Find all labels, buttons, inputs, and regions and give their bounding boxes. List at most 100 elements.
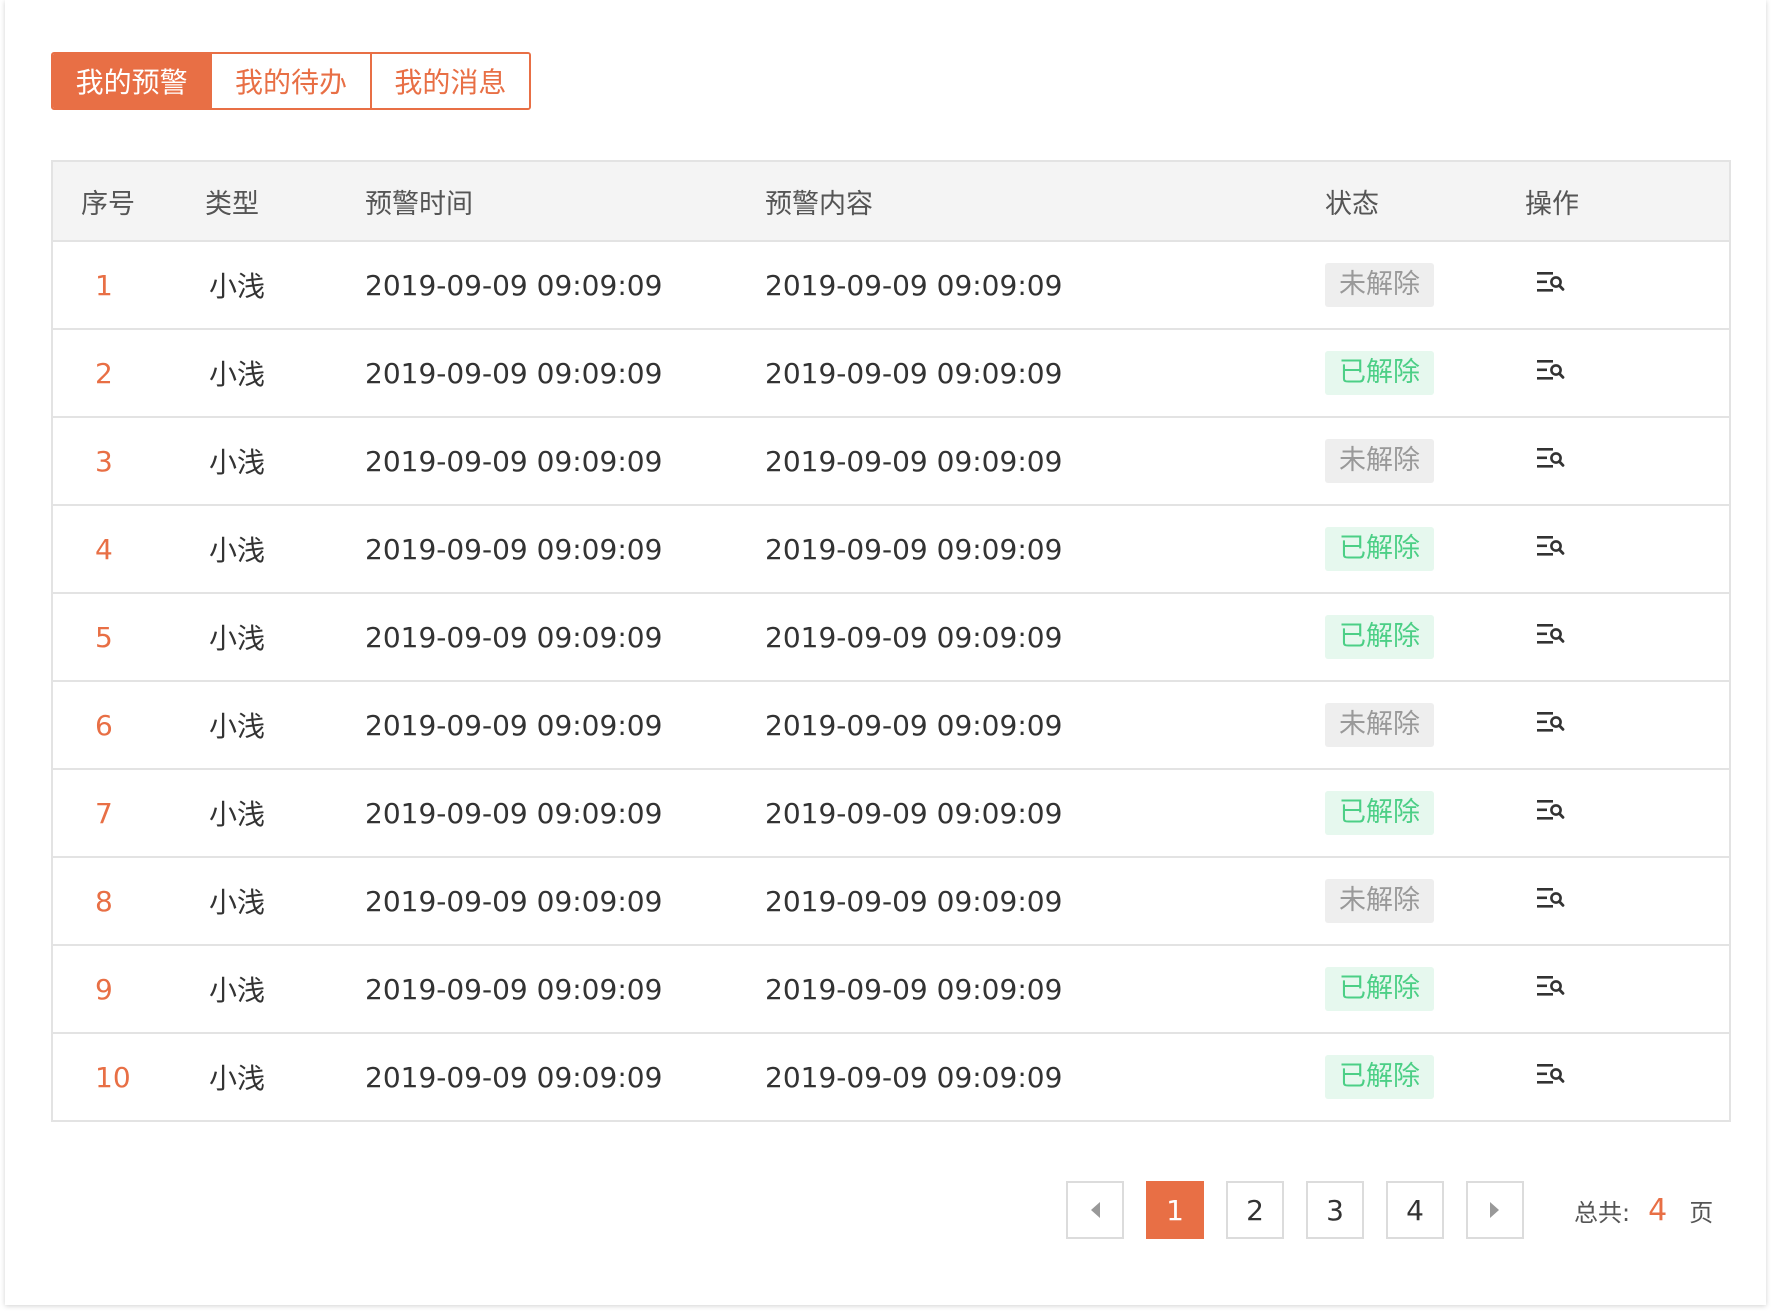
view-detail-icon[interactable] [1535, 797, 1565, 823]
row-status: 已解除 [1325, 615, 1525, 659]
row-time: 2019-09-09 09:09:09 [365, 620, 663, 654]
row-index: 1 [95, 268, 113, 302]
row-type: 小浅 [209, 710, 266, 743]
row-content: 2019-09-09 09:09:09 [765, 620, 1063, 654]
row-content: 2019-09-09 09:09:09 [765, 532, 1063, 566]
prev-page-button[interactable] [1066, 1181, 1124, 1239]
status-badge: 未解除 [1325, 439, 1434, 483]
row-status: 未解除 [1325, 439, 1525, 483]
row-type: 小浅 [209, 270, 266, 303]
view-detail-icon[interactable] [1535, 973, 1565, 999]
row-status: 已解除 [1325, 967, 1525, 1011]
page-button-1[interactable]: 1 [1146, 1181, 1204, 1239]
warning-table: 序号 类型 预警时间 预警内容 状态 操作 1 小浅 2019-09-09 09:0… [51, 160, 1731, 1122]
row-content: 2019-09-09 09:09:09 [765, 796, 1063, 830]
table-row: 2 小浅 2019-09-09 09:09:09 2019-09-09 09:09:0… [53, 330, 1729, 418]
row-action [1525, 1061, 1729, 1094]
table-header: 序号 类型 预警时间 预警内容 状态 操作 [53, 162, 1729, 242]
row-index: 9 [95, 972, 113, 1006]
total-label: 总共: [1574, 1198, 1631, 1227]
table-row: 10 小浅 2019-09-09 09:09:09 2019-09-09 09:09:… [53, 1034, 1729, 1120]
row-action [1525, 885, 1729, 918]
view-detail-icon[interactable] [1535, 269, 1565, 295]
table-row: 1 小浅 2019-09-09 09:09:09 2019-09-09 09:09:0… [53, 242, 1729, 330]
row-action [1525, 709, 1729, 742]
next-page-button[interactable] [1466, 1181, 1524, 1239]
row-time: 2019-09-09 09:09:09 [365, 708, 663, 742]
row-index: 6 [95, 708, 113, 742]
page-button-4[interactable]: 4 [1386, 1181, 1444, 1239]
row-action [1525, 357, 1729, 390]
table-row: 4 小浅 2019-09-09 09:09:09 2019-09-09 09:09:0… [53, 506, 1729, 594]
status-badge: 未解除 [1325, 263, 1434, 307]
row-time: 2019-09-09 09:09:09 [365, 268, 663, 302]
view-detail-icon[interactable] [1535, 357, 1565, 383]
row-action [1525, 621, 1729, 654]
row-time: 2019-09-09 09:09:09 [365, 972, 663, 1006]
row-index: 8 [95, 884, 113, 918]
view-detail-icon[interactable] [1535, 1061, 1565, 1087]
table-row: 8 小浅 2019-09-09 09:09:09 2019-09-09 09:09:0… [53, 858, 1729, 946]
row-content: 2019-09-09 09:09:09 [765, 356, 1063, 390]
header-content: 预警内容 [765, 188, 873, 220]
row-type: 小浅 [209, 446, 266, 479]
view-detail-icon[interactable] [1535, 445, 1565, 471]
tab-my-todos[interactable]: 我的待办 [210, 54, 370, 108]
row-index: 4 [95, 532, 113, 566]
view-detail-icon[interactable] [1535, 621, 1565, 647]
row-action [1525, 533, 1729, 566]
pagination-total: 总共: 4 页 [1574, 1193, 1713, 1228]
status-badge: 未解除 [1325, 879, 1434, 923]
table-row: 3 小浅 2019-09-09 09:09:09 2019-09-09 09:09:0… [53, 418, 1729, 506]
row-time: 2019-09-09 09:09:09 [365, 532, 663, 566]
header-type: 类型 [205, 188, 259, 220]
page-button-3[interactable]: 3 [1306, 1181, 1364, 1239]
row-index: 2 [95, 356, 113, 390]
header-time: 预警时间 [365, 188, 473, 220]
row-index: 7 [95, 796, 113, 830]
table-row: 9 小浅 2019-09-09 09:09:09 2019-09-09 09:09:0… [53, 946, 1729, 1034]
prev-arrow-icon [1091, 1202, 1100, 1218]
tab-my-messages[interactable]: 我的消息 [369, 54, 529, 108]
row-time: 2019-09-09 09:09:09 [365, 796, 663, 830]
status-badge: 已解除 [1325, 791, 1434, 835]
status-badge: 已解除 [1325, 1055, 1434, 1099]
pagination: 1 2 3 4 总共: 4 页 [1066, 1179, 1713, 1241]
status-badge: 已解除 [1325, 351, 1434, 395]
warning-panel: 我的预警 我的待办 我的消息 序号 类型 预警时间 预警内容 状态 操作 1 小浅… [5, 0, 1766, 1305]
row-type: 小浅 [209, 1062, 266, 1095]
row-content: 2019-09-09 09:09:09 [765, 268, 1063, 302]
row-type: 小浅 [209, 358, 266, 391]
view-detail-icon[interactable] [1535, 885, 1565, 911]
view-detail-icon[interactable] [1535, 533, 1565, 559]
view-detail-icon[interactable] [1535, 709, 1565, 735]
row-content: 2019-09-09 09:09:09 [765, 444, 1063, 478]
row-index: 10 [95, 1060, 131, 1094]
row-status: 已解除 [1325, 791, 1525, 835]
row-type: 小浅 [209, 886, 266, 919]
row-content: 2019-09-09 09:09:09 [765, 1060, 1063, 1094]
table-body: 1 小浅 2019-09-09 09:09:09 2019-09-09 09:09:0… [53, 242, 1729, 1120]
row-status: 未解除 [1325, 703, 1525, 747]
row-action [1525, 797, 1729, 830]
status-badge: 已解除 [1325, 527, 1434, 571]
header-status: 状态 [1325, 188, 1379, 220]
row-content: 2019-09-09 09:09:09 [765, 884, 1063, 918]
row-action [1525, 445, 1729, 478]
tab-my-warnings[interactable]: 我的预警 [53, 54, 211, 108]
row-action [1525, 973, 1729, 1006]
row-status: 已解除 [1325, 351, 1525, 395]
total-unit: 页 [1689, 1198, 1714, 1227]
row-time: 2019-09-09 09:09:09 [365, 444, 663, 478]
status-badge: 未解除 [1325, 703, 1434, 747]
table-row: 5 小浅 2019-09-09 09:09:09 2019-09-09 09:09:0… [53, 594, 1729, 682]
row-index: 5 [95, 620, 113, 654]
row-time: 2019-09-09 09:09:09 [365, 884, 663, 918]
tab-bar: 我的预警 我的待办 我的消息 [51, 52, 531, 110]
row-type: 小浅 [209, 798, 266, 831]
row-status: 已解除 [1325, 527, 1525, 571]
table-row: 7 小浅 2019-09-09 09:09:09 2019-09-09 09:09:0… [53, 770, 1729, 858]
row-status: 未解除 [1325, 879, 1525, 923]
page-button-2[interactable]: 2 [1226, 1181, 1284, 1239]
next-arrow-icon [1490, 1202, 1499, 1218]
